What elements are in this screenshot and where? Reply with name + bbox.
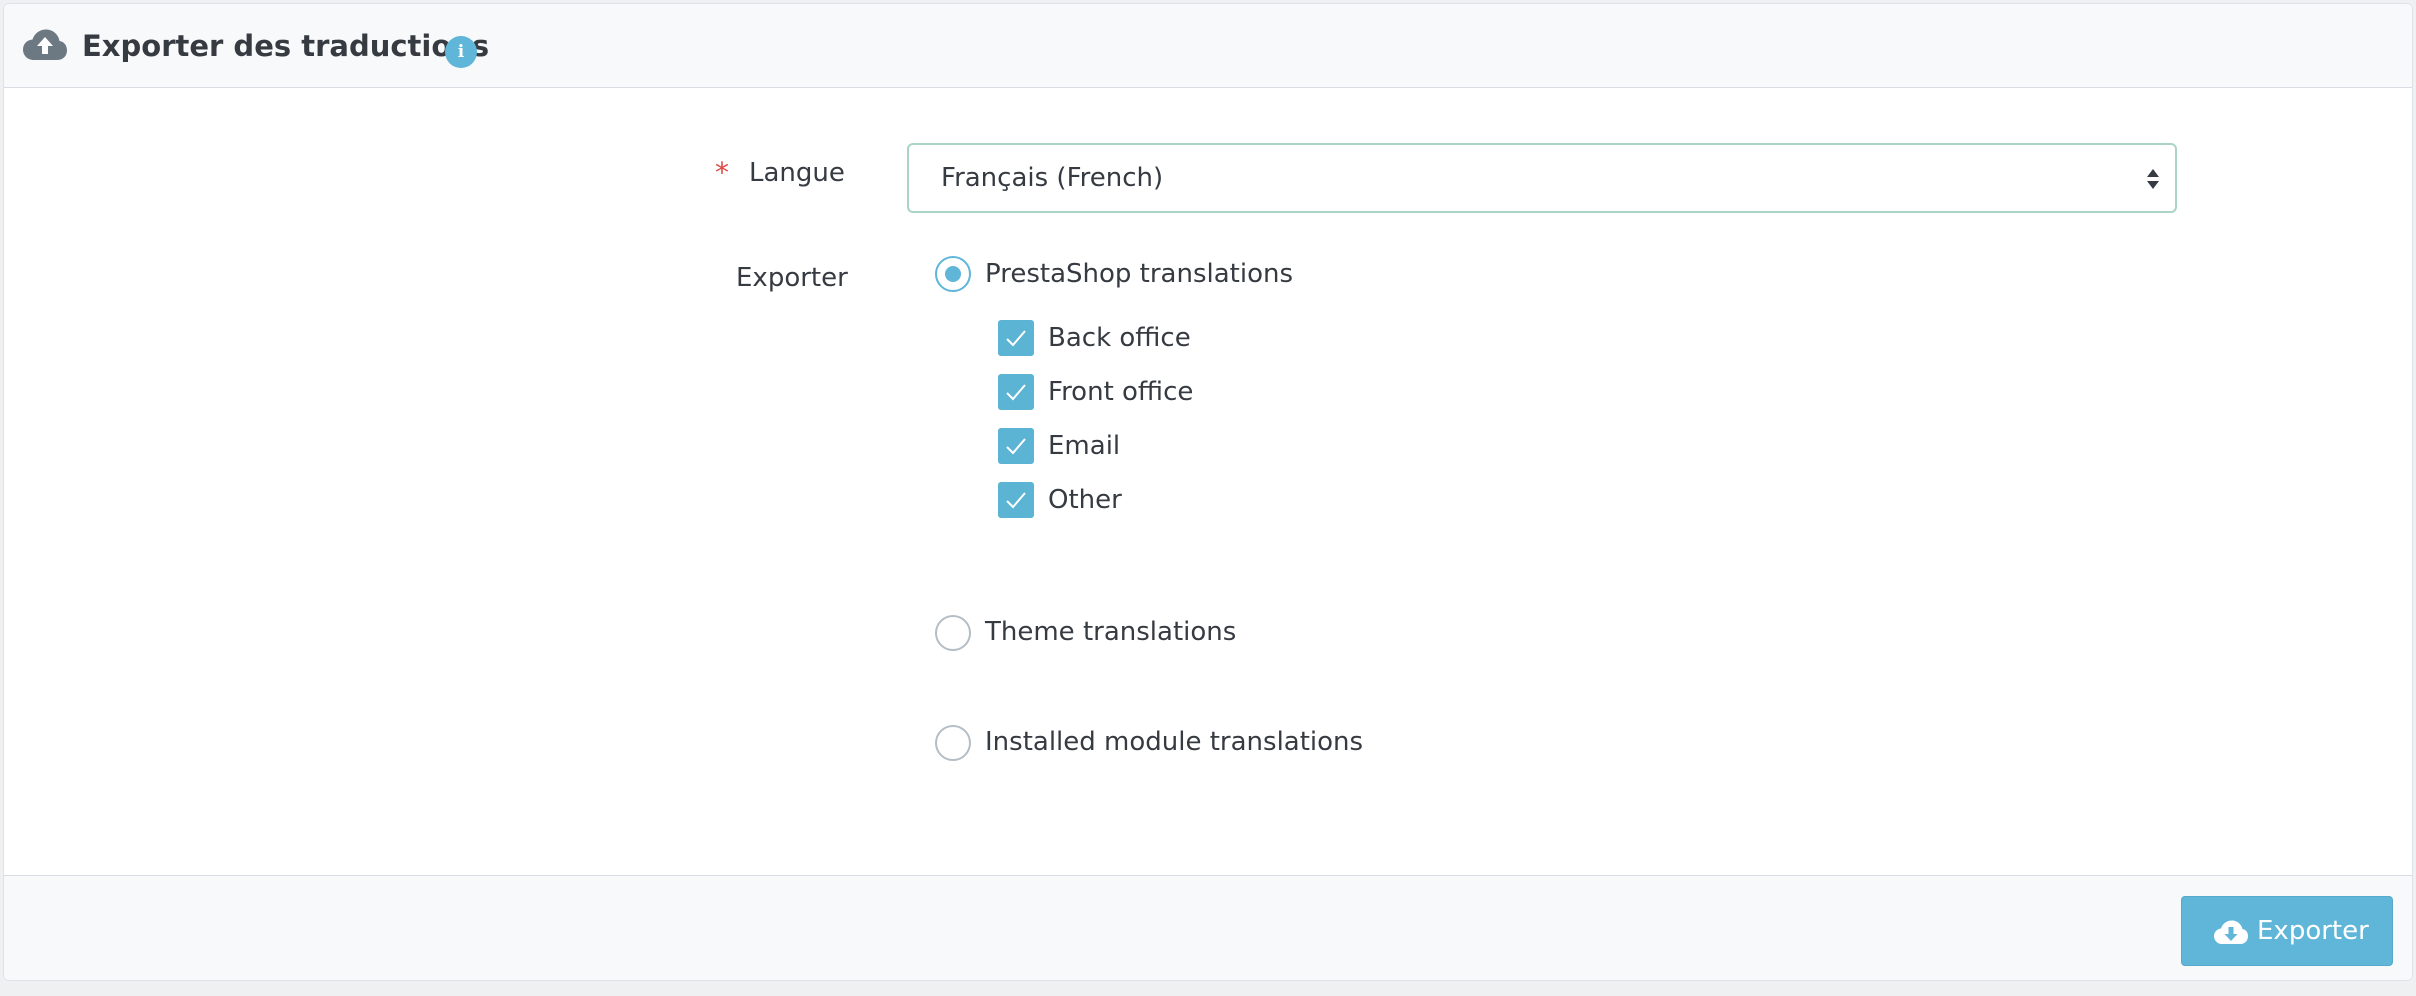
language-select-value: Français (French): [941, 163, 1164, 193]
checkbox-label-front-office: Front office: [1048, 377, 1194, 407]
required-marker: *: [715, 156, 729, 189]
panel-title: Exporter des traductions: [82, 29, 490, 63]
info-icon[interactable]: i: [445, 36, 477, 68]
export-button-label: Exporter: [2257, 916, 2369, 946]
checkbox-back-office[interactable]: [998, 320, 1034, 356]
checkbox-label-other: Other: [1048, 485, 1122, 515]
select-arrows-icon: [2147, 169, 2159, 189]
cloud-download-icon: [2214, 920, 2248, 944]
radio-prestashop-translations[interactable]: [935, 256, 971, 292]
checkbox-other[interactable]: [998, 482, 1034, 518]
page-background: [0, 982, 2416, 996]
radio-theme-translations[interactable]: [935, 615, 971, 651]
export-button[interactable]: Exporter: [2181, 896, 2393, 966]
panel-header: Exporter des traductions i: [4, 4, 2412, 88]
radio-label-prestashop-translations: PrestaShop translations: [985, 259, 1294, 289]
check-icon: [1006, 330, 1026, 347]
cloud-upload-icon: [23, 29, 67, 60]
radio-label-installed-module-translations: Installed module translations: [985, 727, 1364, 757]
check-icon: [1006, 438, 1026, 455]
language-select[interactable]: Français (French): [907, 143, 2177, 213]
checkbox-front-office[interactable]: [998, 374, 1034, 410]
checkbox-label-email: Email: [1048, 431, 1121, 461]
radio-label-theme-translations: Theme translations: [985, 617, 1237, 647]
checkbox-label-back-office: Back office: [1048, 323, 1191, 353]
radio-installed-module-translations[interactable]: [935, 725, 971, 761]
check-icon: [1006, 492, 1026, 509]
export-label: Exporter: [736, 263, 848, 293]
checkbox-email[interactable]: [998, 428, 1034, 464]
language-label: Langue: [749, 158, 845, 188]
export-translations-panel: Exporter des traductions i * Langue Fran…: [3, 3, 2413, 981]
check-icon: [1006, 384, 1026, 401]
panel-footer: Exporter: [4, 875, 2412, 980]
